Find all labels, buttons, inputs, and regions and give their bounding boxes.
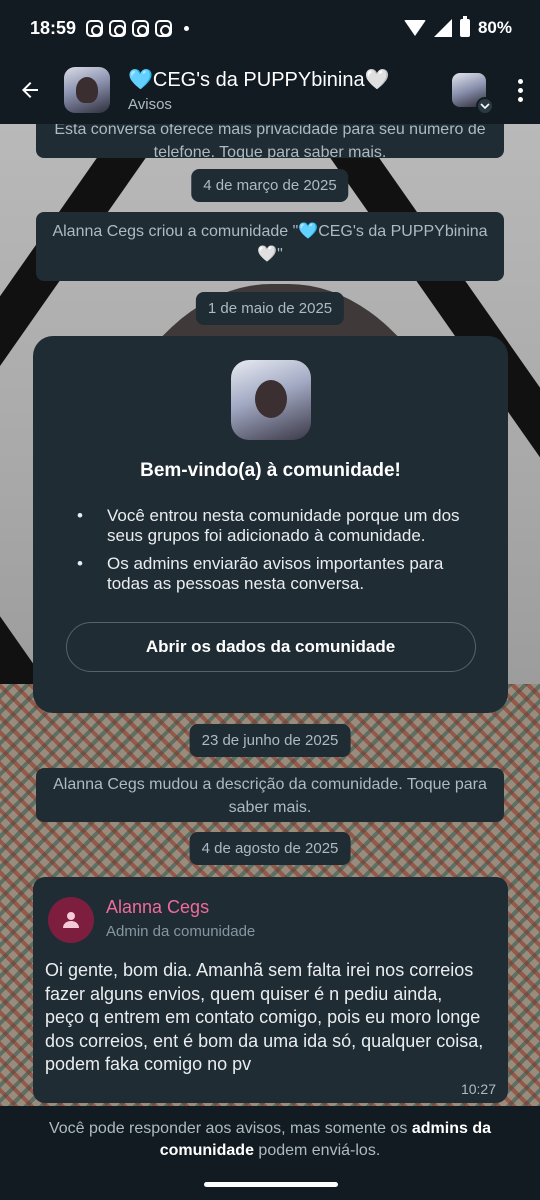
instagram-icon (109, 19, 127, 37)
date-chip: 4 de agosto de 2025 (189, 832, 351, 865)
welcome-card: Bem-vindo(a) à comunidade! • Você entrou… (33, 336, 508, 713)
back-button[interactable] (0, 56, 60, 124)
notice-text-after: podem enviá-los. (253, 1142, 381, 1159)
date-chip: 1 de maio de 2025 (195, 292, 345, 325)
welcome-list: • Você entrou nesta comunidade porque um… (61, 506, 480, 594)
privacy-notice-text: Esta conversa oferece mais privacidade p… (54, 124, 486, 158)
message-time: 10:27 (460, 1081, 496, 1097)
channel-subtitle: Avisos (128, 96, 172, 113)
community-avatar[interactable] (64, 67, 110, 113)
status-time: 18:59 (30, 17, 77, 38)
instagram-icon (86, 19, 104, 37)
welcome-list-item: • Você entrou nesta comunidade porque um… (61, 506, 480, 546)
status-indicators: 80% (403, 16, 512, 38)
battery-icon (459, 16, 470, 37)
welcome-list-item: • Os admins enviarão avisos importantes … (61, 554, 480, 594)
back-arrow-icon (22, 82, 38, 98)
instagram-icon (132, 19, 150, 37)
open-community-info-button[interactable]: Abrir os dados da comunidade (65, 622, 476, 672)
instagram-icon (155, 19, 173, 37)
battery-percent: 80% (477, 18, 512, 37)
sender-name[interactable]: Alanna Cegs (106, 897, 255, 918)
group-switcher[interactable] (452, 73, 494, 115)
status-bar: 18:59 80% (0, 0, 540, 56)
message-header: Alanna Cegs Admin da comunidade (45, 897, 494, 943)
navigation-bar (0, 1172, 540, 1200)
header-title-block[interactable]: 🩵CEG's da PUPPYbinina🤍 Avisos (128, 67, 452, 113)
notice-text-before: Você pode responder aos avisos, mas some… (48, 1120, 412, 1137)
chat-area[interactable]: Esta conversa oferece mais privacidade p… (0, 124, 540, 1106)
avatar[interactable] (48, 897, 94, 943)
welcome-list-text: Você entrou nesta comunidade porque um d… (107, 506, 460, 545)
description-change-notice[interactable]: Alanna Cegs mudou a descrição da comunid… (36, 768, 504, 822)
signal-icon (433, 19, 452, 37)
community-image (230, 360, 311, 440)
person-icon (63, 912, 79, 928)
privacy-notice[interactable]: Esta conversa oferece mais privacidade p… (36, 124, 504, 158)
sender-role: Admin da comunidade (106, 923, 256, 940)
date-chip: 23 de junho de 2025 (189, 724, 351, 757)
welcome-list-text: Os admins enviarão avisos importantes pa… (107, 554, 444, 593)
community-title: 🩵CEG's da PUPPYbinina🤍 (128, 69, 390, 91)
more-options-icon[interactable] (500, 56, 540, 124)
notification-dot-icon (184, 25, 190, 31)
date-chip: 4 de março de 2025 (191, 169, 349, 202)
admin-only-notice: Você pode responder aos avisos, mas some… (0, 1106, 540, 1172)
message-bubble[interactable]: Alanna Cegs Admin da comunidade Oi gente… (33, 877, 508, 1103)
system-message: Alanna Cegs criou a comunidade "🩵CEG's d… (36, 212, 504, 281)
chevron-down-icon (476, 97, 494, 115)
message-text: Oi gente, bom dia. Amanhã sem falta irei… (45, 960, 484, 1074)
wifi-icon (403, 20, 426, 36)
welcome-title: Bem-vindo(a) à comunidade! (140, 460, 401, 481)
sender-info: Alanna Cegs Admin da comunidade (106, 897, 255, 940)
description-change-text: Alanna Cegs mudou a descrição da comunid… (53, 776, 487, 816)
chat-header: 🩵CEG's da PUPPYbinina🤍 Avisos (0, 56, 540, 124)
home-gesture-handle[interactable] (204, 1182, 338, 1187)
system-message-text: Alanna Cegs criou a comunidade "🩵CEG's d… (52, 223, 488, 263)
